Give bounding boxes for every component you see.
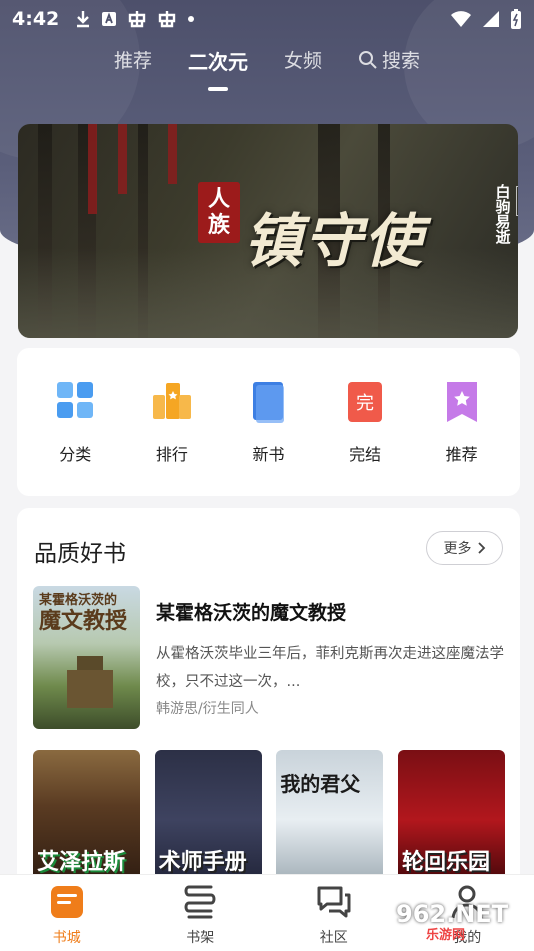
svg-text:完: 完 <box>356 393 374 414</box>
tab-search-label: 搜索 <box>382 50 421 72</box>
battery-icon <box>511 9 521 29</box>
bug-icon <box>129 11 146 28</box>
book-cover[interactable]: 轮回乐园 <box>397 750 505 888</box>
category-label: 新书 <box>252 445 285 464</box>
featured-book-description: 从霍格沃茨毕业三年后，菲利克斯再次走进这座魔法学校，只不过这一次，... <box>156 646 504 690</box>
category-ranking[interactable]: 排行 <box>132 379 212 465</box>
banner-tag: 人族 <box>198 182 240 243</box>
signal-icon <box>483 11 499 27</box>
category-label: 推荐 <box>445 445 478 464</box>
book-cover[interactable]: 我的君父 <box>276 750 384 888</box>
community-icon <box>317 886 351 918</box>
tab-female[interactable]: 女频 <box>266 42 340 77</box>
featured-book-cover[interactable]: 某霍格沃茨的 魔文教授 <box>33 586 140 729</box>
category-classify[interactable]: 分类 <box>35 379 115 465</box>
tab-anime[interactable]: 二次元 <box>170 42 266 91</box>
star-icon <box>446 382 477 422</box>
more-button[interactable]: 更多 <box>426 531 503 565</box>
wifi-icon <box>451 11 471 27</box>
category-new-books[interactable]: 新书 <box>228 379 308 465</box>
watermark-logo: 962.NET 乐游网 <box>396 900 530 946</box>
book-cover-title: 我的君父 <box>280 772 361 796</box>
featured-book-title[interactable]: 某霍格沃茨的魔文教授 <box>156 598 346 625</box>
chevron-right-icon <box>477 542 485 554</box>
nav-bookshelf[interactable]: 书架 <box>160 883 240 947</box>
banner-author: 白驹易逝 <box>493 184 512 244</box>
book-cover-title: 轮回乐园 <box>401 849 490 875</box>
book-cover[interactable]: 艾泽拉斯 <box>33 750 140 888</box>
category-complete[interactable]: 完 完结 <box>325 379 405 465</box>
book-icon <box>253 382 285 423</box>
more-label: 更多 <box>443 541 472 557</box>
category-recommend[interactable]: 推荐 <box>422 379 502 465</box>
bug-icon <box>159 11 176 28</box>
category-label: 排行 <box>155 445 188 464</box>
nav-label: 书架 <box>186 930 215 946</box>
status-bar: 4:42 <box>0 0 534 38</box>
featured-book-author: 韩游思/衍生同人 <box>156 701 259 717</box>
category-card: 分类 排行 新书 完 完结 推荐 <box>17 348 520 496</box>
book-row: 艾泽拉斯 术师手册 我的君父 轮回乐园 <box>33 750 505 888</box>
ranking-icon <box>152 383 191 419</box>
category-label: 分类 <box>59 445 92 464</box>
top-tabs: 推荐 二次元 女频 搜索 <box>0 42 534 92</box>
cover-title-line1: 某霍格沃茨的 <box>39 593 118 608</box>
complete-icon: 完 <box>348 382 383 422</box>
download-icon <box>77 11 90 28</box>
section-title: 品质好书 <box>34 541 126 567</box>
banner-title: 镇守使 <box>244 207 425 275</box>
category-label: 完结 <box>349 445 382 464</box>
quality-books-section: 品质好书 更多 某霍格沃茨的 魔文教授 某霍格沃茨的魔文教授 从霍格沃茨毕业三年… <box>17 508 520 888</box>
search-icon <box>359 50 377 69</box>
nav-label: 书城 <box>52 930 81 946</box>
book-cover-title: 术师手册 <box>158 849 247 875</box>
nav-label: 社区 <box>319 930 348 946</box>
cover-title-line2: 魔文教授 <box>39 607 128 634</box>
bookstore-icon <box>50 886 83 918</box>
book-cover-title: 艾泽拉斯 <box>37 849 126 875</box>
tab-search[interactable]: 搜索 <box>340 42 438 77</box>
book-cover[interactable]: 术师手册 <box>154 750 262 888</box>
a-icon <box>102 12 117 26</box>
promo-banner[interactable]: 人族 镇守使 白驹易逝 作品 <box>18 124 518 338</box>
dot-icon <box>188 16 195 22</box>
bookshelf-icon <box>184 885 216 919</box>
nav-community[interactable]: 社区 <box>294 883 374 947</box>
nav-bookstore[interactable]: 书城 <box>27 883 107 947</box>
banner-work-label: 作品 <box>516 186 518 216</box>
tab-recommend[interactable]: 推荐 <box>96 42 170 77</box>
grid-icon <box>57 382 94 418</box>
status-time: 4:42 <box>12 8 60 30</box>
